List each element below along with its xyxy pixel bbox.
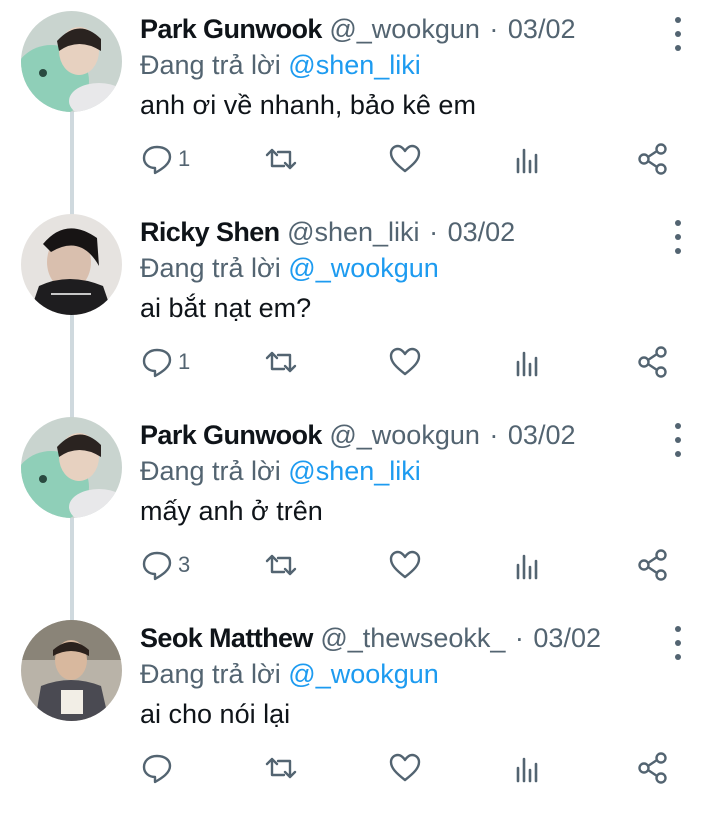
retweet-button[interactable] bbox=[264, 344, 298, 380]
reply-button[interactable]: 1 bbox=[140, 344, 190, 380]
like-button[interactable] bbox=[388, 547, 422, 583]
heart-icon bbox=[389, 347, 421, 376]
display-name[interactable]: Ricky Shen bbox=[140, 217, 280, 247]
heart-icon bbox=[389, 550, 421, 579]
tweet-header: Park Gunwook @_wookgun · 03/02 bbox=[140, 11, 650, 47]
views-button[interactable] bbox=[512, 547, 546, 583]
user-handle[interactable]: @shen_liki bbox=[287, 217, 419, 247]
more-vertical-icon[interactable] bbox=[672, 17, 684, 51]
retweet-button[interactable] bbox=[264, 547, 298, 583]
retweet-icon bbox=[265, 351, 297, 373]
avatar[interactable] bbox=[21, 417, 122, 518]
tweet-text: anh ơi về nhanh, bảo kê em bbox=[140, 90, 476, 120]
tweet-date[interactable]: 03/02 bbox=[508, 420, 576, 450]
action-bar bbox=[140, 750, 680, 786]
avatar[interactable] bbox=[21, 620, 122, 721]
tweet-text: ai bắt nạt em? bbox=[140, 293, 312, 323]
tweet[interactable]: Seok Matthew @_thewseokk_ · 03/02 Đang t… bbox=[0, 612, 720, 815]
retweet-icon bbox=[265, 757, 297, 779]
views-button[interactable] bbox=[512, 344, 546, 380]
retweet-icon bbox=[265, 554, 297, 576]
tweet-text: ai cho nói lại bbox=[140, 699, 291, 729]
like-button[interactable] bbox=[388, 344, 422, 380]
like-button[interactable] bbox=[388, 750, 422, 786]
like-button[interactable] bbox=[388, 141, 422, 177]
more-vertical-icon[interactable] bbox=[672, 626, 684, 660]
retweet-icon bbox=[265, 148, 297, 170]
bar-chart-icon bbox=[516, 757, 538, 783]
comment-icon bbox=[142, 551, 172, 581]
mention-link[interactable]: @_wookgun bbox=[288, 659, 439, 689]
share-icon bbox=[638, 752, 667, 784]
tweet[interactable]: Park Gunwook @_wookgun · 03/02 Đang trả … bbox=[0, 409, 720, 612]
tweet-date[interactable]: 03/02 bbox=[448, 217, 516, 247]
share-button[interactable] bbox=[636, 344, 670, 380]
separator: · bbox=[489, 420, 499, 450]
heart-icon bbox=[389, 144, 421, 173]
share-button[interactable] bbox=[636, 547, 670, 583]
tweet-date[interactable]: 03/02 bbox=[533, 623, 601, 653]
views-button[interactable] bbox=[512, 750, 546, 786]
share-icon bbox=[638, 143, 667, 175]
mention-link[interactable]: @_wookgun bbox=[288, 253, 439, 283]
replying-label: Đang trả lời bbox=[140, 50, 281, 80]
bar-chart-icon bbox=[516, 554, 538, 580]
replying-to: Đang trả lời @_wookgun bbox=[140, 250, 439, 286]
user-handle[interactable]: @_wookgun bbox=[329, 14, 480, 44]
tweet-header: Park Gunwook @_wookgun · 03/02 bbox=[140, 417, 650, 453]
tweet-header: Seok Matthew @_thewseokk_ · 03/02 bbox=[140, 620, 650, 656]
bar-chart-icon bbox=[516, 351, 538, 377]
replying-label: Đang trả lời bbox=[140, 456, 281, 486]
separator: · bbox=[489, 14, 499, 44]
reply-button[interactable]: 1 bbox=[140, 141, 190, 177]
replying-to: Đang trả lời @shen_liki bbox=[140, 453, 421, 489]
display-name[interactable]: Park Gunwook bbox=[140, 420, 322, 450]
avatar[interactable] bbox=[21, 11, 122, 112]
replying-to: Đang trả lời @_wookgun bbox=[140, 656, 439, 692]
reply-button[interactable]: 3 bbox=[140, 547, 190, 583]
share-icon bbox=[638, 346, 667, 378]
tweet-header: Ricky Shen @shen_liki · 03/02 bbox=[140, 214, 650, 250]
bar-chart-icon bbox=[516, 148, 538, 174]
reply-count: 3 bbox=[178, 552, 191, 577]
reply-button[interactable] bbox=[140, 750, 178, 786]
retweet-button[interactable] bbox=[264, 750, 298, 786]
comment-icon bbox=[142, 754, 172, 784]
share-button[interactable] bbox=[636, 141, 670, 177]
display-name[interactable]: Seok Matthew bbox=[140, 623, 313, 653]
action-bar: 1 bbox=[140, 344, 680, 380]
share-icon bbox=[638, 549, 667, 581]
tweet[interactable]: Ricky Shen @shen_liki · 03/02 Đang trả l… bbox=[0, 206, 720, 409]
retweet-button[interactable] bbox=[264, 141, 298, 177]
action-bar: 1 bbox=[140, 141, 680, 177]
action-bar: 3 bbox=[140, 547, 680, 583]
separator: · bbox=[514, 623, 524, 653]
user-handle[interactable]: @_thewseokk_ bbox=[320, 623, 505, 653]
replying-label: Đang trả lời bbox=[140, 253, 281, 283]
tweet[interactable]: Park Gunwook @_wookgun · 03/02 Đang trả … bbox=[0, 3, 720, 206]
replying-label: Đang trả lời bbox=[140, 659, 281, 689]
reply-count: 1 bbox=[178, 349, 191, 374]
separator: · bbox=[429, 217, 439, 247]
comment-icon bbox=[142, 145, 172, 175]
tweet-text: mấy anh ở trên bbox=[140, 496, 323, 526]
more-vertical-icon[interactable] bbox=[672, 423, 684, 457]
replying-to: Đang trả lời @shen_liki bbox=[140, 47, 421, 83]
views-button[interactable] bbox=[512, 141, 546, 177]
more-vertical-icon[interactable] bbox=[672, 220, 684, 254]
user-handle[interactable]: @_wookgun bbox=[329, 420, 480, 450]
mention-link[interactable]: @shen_liki bbox=[288, 50, 420, 80]
share-button[interactable] bbox=[636, 750, 670, 786]
avatar[interactable] bbox=[21, 214, 122, 315]
reply-count: 1 bbox=[178, 146, 191, 171]
tweet-date[interactable]: 03/02 bbox=[508, 14, 576, 44]
display-name[interactable]: Park Gunwook bbox=[140, 14, 322, 44]
comment-icon bbox=[142, 348, 172, 378]
mention-link[interactable]: @shen_liki bbox=[288, 456, 420, 486]
heart-icon bbox=[389, 753, 421, 782]
